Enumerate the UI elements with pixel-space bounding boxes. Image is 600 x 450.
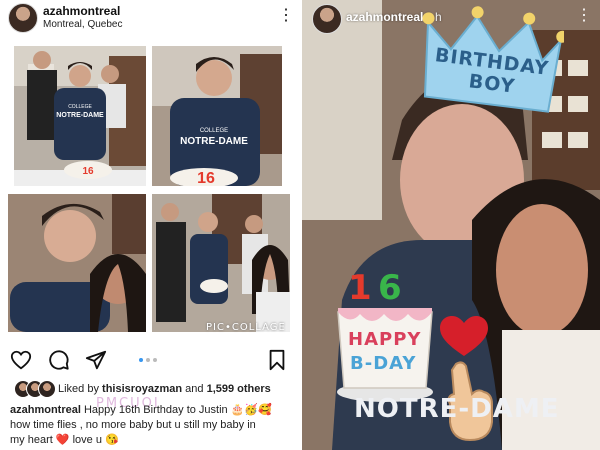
post-caption: azahmontreal Happy 16th Birthday to Just…	[10, 403, 295, 448]
caption-text-line3: my heart ❤️ love u 😘	[10, 434, 119, 446]
birthday-boy-crown-sticker[interactable]: BIRTHDAY BOY	[414, 4, 569, 114]
carousel-dot	[146, 358, 150, 362]
photo-collage[interactable]: COLLEGE NOTRE-DAME 16 COLLEGE NOTRE-DAME…	[0, 40, 298, 338]
collage-photo-group-cake: COLLEGE NOTRE-DAME 16	[14, 46, 146, 186]
post-username[interactable]: azahmontreal	[43, 4, 120, 18]
paper-plane-icon[interactable]	[85, 349, 107, 371]
likes-count[interactable]: 1,599 others	[207, 383, 271, 395]
cake-number-2: 16	[197, 170, 215, 186]
story-user-avatar[interactable]	[312, 4, 342, 34]
story-hoodie-text: NOTRE-DAME	[354, 394, 560, 424]
likes-text: Liked by thisisroyazman and 1,599 others	[58, 383, 271, 395]
cake-number: 16	[82, 166, 94, 177]
heart-sticker[interactable]	[438, 314, 490, 360]
carousel-dot	[153, 358, 157, 362]
hoodie-text-notre-dame: NOTRE-DAME	[56, 112, 104, 119]
caption-text-line1: Happy 16th Birthday to Justin 🎂🥳🥰	[80, 404, 272, 416]
collage-photo-selfie	[8, 194, 146, 332]
cake-text-bday: B-DAY	[350, 353, 417, 374]
hoodie-text-college-2: COLLEGE	[200, 128, 228, 134]
more-options-icon[interactable]: ⋮	[278, 6, 294, 26]
cake-text-happy: HAPPY	[348, 329, 422, 350]
post-location[interactable]: Montreal, Quebec	[43, 19, 123, 30]
heart-icon[interactable]	[10, 349, 32, 371]
hoodie-text-notre-dame-2: NOTRE-DAME	[180, 136, 248, 147]
candle-number-6: 6	[378, 268, 402, 308]
story-more-options-icon[interactable]: ⋮	[576, 6, 592, 26]
caption-text-line2: how time flies , no more baby but u stil…	[10, 419, 256, 431]
collage-photo-boy-cake: COLLEGE NOTRE-DAME 16	[152, 46, 282, 186]
caption-username[interactable]: azahmontreal	[10, 404, 81, 416]
happy-bday-cake-sticker[interactable]: 1 6 HAPPY B-DAY	[330, 256, 440, 406]
pic-collage-watermark: PIC•COLLAGE	[206, 322, 286, 333]
collage-photo-family	[152, 194, 290, 332]
carousel-indicator	[139, 358, 169, 364]
post-action-bar	[0, 346, 298, 374]
likes-middle: and	[182, 383, 207, 395]
candle-number-1: 1	[348, 268, 372, 308]
user-avatar[interactable]	[8, 3, 38, 33]
red-heart-icon	[440, 316, 488, 356]
instagram-post: azahmontreal Montreal, Quebec ⋮ COLLEGE …	[0, 0, 298, 450]
liker-username[interactable]: thisisroyazman	[102, 383, 182, 395]
bookmark-icon[interactable]	[266, 349, 288, 371]
carousel-dot-active	[139, 358, 143, 362]
comment-icon[interactable]	[48, 349, 70, 371]
hoodie-text-college: COLLEGE	[68, 104, 92, 110]
liker-avatar[interactable]	[38, 380, 56, 398]
story-username[interactable]: azahmontreal	[346, 10, 423, 24]
likes-prefix: Liked by	[58, 383, 103, 395]
liker-avatars	[14, 380, 56, 398]
instagram-story[interactable]: azahmontreal 3 h ⋮ BIRTHDAY BOY 1 6 HAPP…	[302, 0, 600, 450]
post-header: azahmontreal Montreal, Quebec ⋮	[0, 0, 298, 34]
